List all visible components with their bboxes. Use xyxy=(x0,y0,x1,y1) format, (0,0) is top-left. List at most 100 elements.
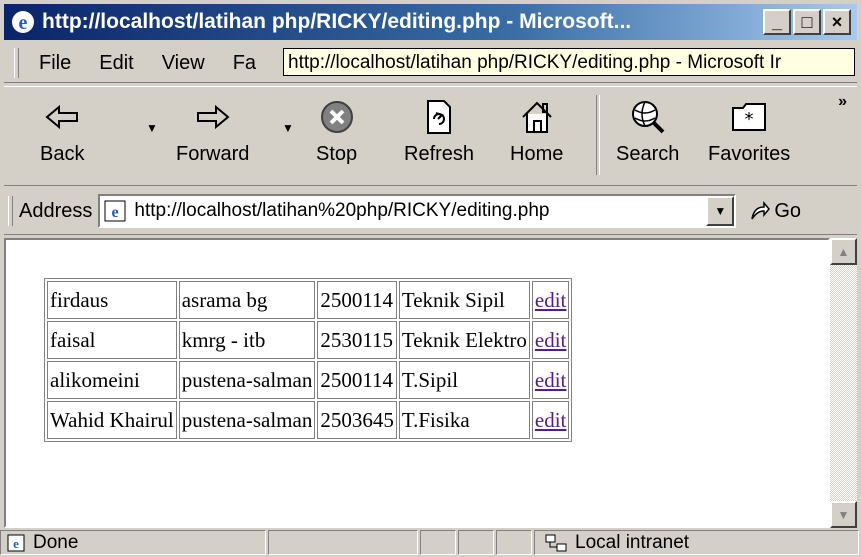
back-button[interactable]: Back xyxy=(40,95,84,166)
go-arrow-icon xyxy=(751,201,771,220)
window-title: http://localhost/latihan php/RICKY/editi… xyxy=(42,10,632,33)
table-row: firdaus asrama bg 2500114 Teknik Sipil edit xyxy=(47,281,570,319)
status-panel-2 xyxy=(420,530,456,555)
status-main: e Done xyxy=(0,530,266,555)
scroll-down-button[interactable]: ▼ xyxy=(830,501,857,528)
refresh-label: Refresh xyxy=(404,143,475,165)
table-cell: 2530115 xyxy=(317,321,397,359)
address-grip[interactable] xyxy=(8,196,13,226)
home-icon xyxy=(521,101,552,133)
address-bar: Address e http://localhost/latihan%20php… xyxy=(4,188,857,235)
status-panel-1 xyxy=(268,530,418,555)
table-cell: alikomeini xyxy=(47,361,177,399)
svg-text:e: e xyxy=(112,204,119,221)
scroll-down-icon: ▼ xyxy=(837,507,850,522)
status-zone: Local intranet xyxy=(534,530,859,555)
standard-toolbar: Back ▼ Forward ▼ Stop Refresh Home Searc… xyxy=(4,86,857,186)
table-cell: Wahid Khairul xyxy=(47,401,177,439)
vertical-scrollbar[interactable]: ▲ ▼ xyxy=(830,238,857,528)
local-intranet-icon xyxy=(545,534,567,551)
refresh-button[interactable]: Refresh xyxy=(404,95,474,166)
svg-text:e: e xyxy=(19,12,28,34)
status-panel-3 xyxy=(458,530,494,555)
toolbar-separator xyxy=(596,95,600,175)
table-cell: edit xyxy=(531,361,570,399)
go-button[interactable]: Go xyxy=(750,200,801,223)
table-cell: T.Sipil xyxy=(398,361,530,399)
edit-link[interactable]: edit xyxy=(535,328,567,352)
close-icon: × xyxy=(831,11,843,32)
forward-arrow-icon xyxy=(196,105,230,129)
forward-label: Forward xyxy=(176,143,250,165)
edit-link[interactable]: edit xyxy=(535,408,567,432)
menu-grip[interactable] xyxy=(14,48,19,78)
title-bar[interactable]: e http://localhost/latihan php/RICKY/edi… xyxy=(4,4,857,40)
table-cell: edit xyxy=(531,321,570,359)
minimize-button[interactable]: _ xyxy=(763,9,791,35)
minimize-icon: _ xyxy=(771,11,782,32)
zone-label: Local intranet xyxy=(575,531,690,553)
back-arrow-icon xyxy=(45,105,79,129)
students-table: firdaus asrama bg 2500114 Teknik Sipil edit f… xyxy=(44,278,573,442)
table-cell: 2503645 xyxy=(317,401,397,439)
scroll-up-button[interactable]: ▲ xyxy=(830,238,857,265)
address-url: http://localhost/latihan%20php/RICKY/edi… xyxy=(134,200,550,221)
stop-label: Stop xyxy=(316,143,358,165)
svg-text:*: * xyxy=(745,109,754,130)
status-text: Done xyxy=(33,531,79,553)
address-dropdown-button[interactable]: ▼ xyxy=(706,196,735,226)
page-content: firdaus asrama bg 2500114 Teknik Sipil edit f… xyxy=(4,238,830,528)
address-input[interactable]: e http://localhost/latihan%20php/RICKY/e… xyxy=(98,194,737,228)
table-cell: Teknik Sipil xyxy=(398,281,530,319)
table-cell: pustena-salman xyxy=(178,401,316,439)
page-ie-icon: e xyxy=(104,200,126,222)
dropdown-arrow-icon: ▼ xyxy=(714,204,727,218)
table-cell: pustena-salman xyxy=(178,361,316,399)
ie-logo-icon: e xyxy=(12,11,34,34)
favorites-label: Favorites xyxy=(708,143,791,165)
menu-file[interactable]: File xyxy=(25,52,85,75)
forward-button[interactable]: Forward xyxy=(176,95,249,166)
status-panel-4 xyxy=(496,530,532,555)
stop-button[interactable]: Stop xyxy=(316,95,357,166)
table-cell: faisal xyxy=(47,321,177,359)
menu-view[interactable]: View xyxy=(148,52,219,75)
table-cell: firdaus xyxy=(47,281,177,319)
go-label: Go xyxy=(774,199,802,222)
forward-dropdown-icon[interactable]: ▼ xyxy=(282,121,294,135)
menu-edit[interactable]: Edit xyxy=(85,52,147,75)
menu-favorites[interactable]: Fa xyxy=(219,52,270,75)
maximize-icon: □ xyxy=(801,11,813,32)
stop-icon xyxy=(320,101,353,133)
table-cell: 2500114 xyxy=(317,361,397,399)
browser-window: e http://localhost/latihan php/RICKY/edi… xyxy=(0,0,861,557)
close-button[interactable]: × xyxy=(823,9,851,35)
search-label: Search xyxy=(616,143,680,165)
edit-link[interactable]: edit xyxy=(535,288,567,312)
status-bar: e Done Local intranet xyxy=(0,530,861,557)
table-cell: edit xyxy=(531,401,570,439)
table-cell: Teknik Elektro xyxy=(398,321,530,359)
edit-link[interactable]: edit xyxy=(535,368,567,392)
refresh-icon xyxy=(427,100,452,134)
maximize-button[interactable]: □ xyxy=(793,9,821,35)
table-cell: asrama bg xyxy=(178,281,316,319)
tooltip: http://localhost/latihan php/RICKY/editi… xyxy=(283,48,855,76)
back-dropdown-icon[interactable]: ▼ xyxy=(146,121,158,135)
table-cell: 2500114 xyxy=(317,281,397,319)
home-button[interactable]: Home xyxy=(510,95,563,166)
done-page-icon: e xyxy=(7,534,25,551)
search-button[interactable]: Search xyxy=(616,95,679,166)
address-label: Address xyxy=(19,199,93,222)
search-globe-icon xyxy=(631,101,665,134)
table-cell: kmrg - itb xyxy=(178,321,316,359)
table-cell: T.Fisika xyxy=(398,401,530,439)
favorites-button[interactable]: * Favorites xyxy=(708,95,790,166)
table-row: alikomeini pustena-salman 2500114 T.Sipil ed… xyxy=(47,361,570,399)
toolbar-chevron-icon[interactable]: » xyxy=(838,93,847,111)
scroll-up-icon: ▲ xyxy=(837,244,850,259)
table-row: Wahid Khairul pustena-salman 2503645 T.Fisi… xyxy=(47,401,570,439)
svg-text:e: e xyxy=(13,536,19,551)
favorites-folder-icon: * xyxy=(732,103,767,131)
students-table-body: firdaus asrama bg 2500114 Teknik Sipil edit f… xyxy=(47,281,570,439)
